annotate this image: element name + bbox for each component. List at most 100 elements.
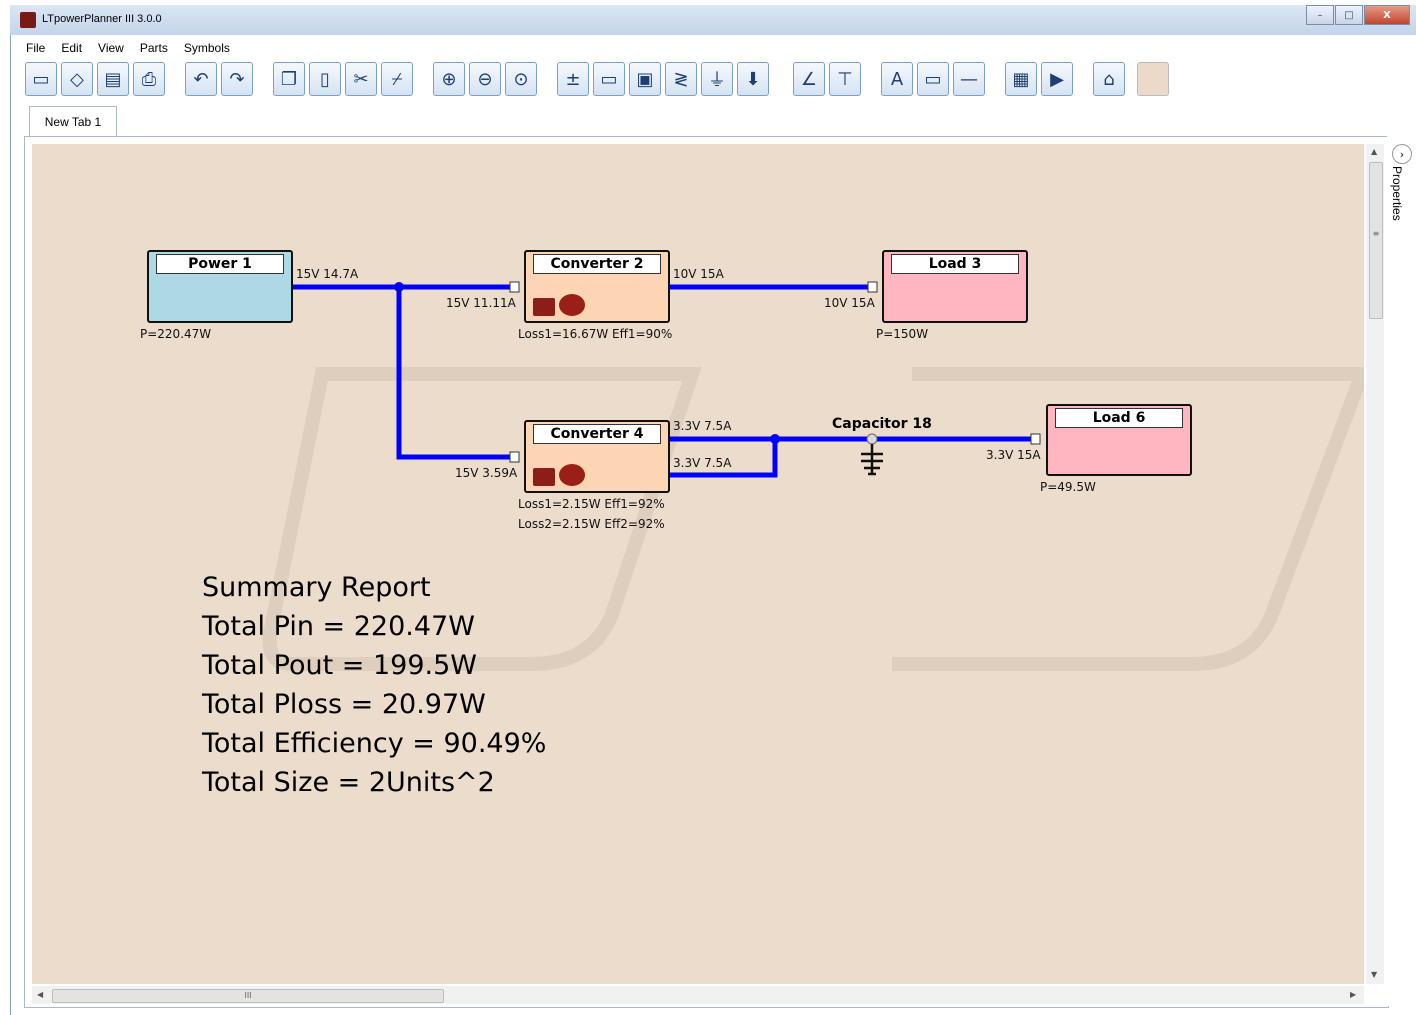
load-6-name: Load 6 [1055,408,1183,428]
ldo-icon[interactable]: ▣ [629,62,661,96]
port-load6-in [1030,433,1041,445]
redo-icon[interactable]: ↷ [221,62,253,96]
scroll-right-icon[interactable]: ▶ [1350,990,1356,999]
horizontal-scroll-thumb[interactable]: III [52,989,444,1003]
print-icon[interactable]: ⎙ [133,62,165,96]
connector-icon[interactable]: ⊤ [829,62,861,96]
zoom-out-icon[interactable]: ⊖ [469,62,501,96]
menu-edit[interactable]: Edit [61,37,82,59]
load-6-power: P=49.5W [1040,480,1096,494]
converter-4-loss1: Loss1=2.15W Eff1=92% [518,497,665,511]
vertical-scrollbar[interactable]: ▲ ≡ ▼ [1366,144,1384,984]
lt-logo-icon[interactable]: ⌂ [1093,62,1125,96]
converter-4-block[interactable]: Converter 4 [524,420,670,493]
lt-logo-icon [533,298,555,316]
hline-icon[interactable]: — [953,62,985,96]
run-icon[interactable]: ▶ [1041,62,1073,96]
new-icon[interactable]: ▭ [25,62,57,96]
load-6-in-label: 3.3V 15A [986,448,1041,462]
summary-total-efficiency: Total Efficiency = 90.49% [202,728,547,759]
properties-panel[interactable]: › Properties [1387,136,1416,1006]
converter-4-out1-label: 3.3V 7.5A [673,419,732,433]
load-6-block[interactable]: Load 6 [1046,404,1192,476]
color-swatch[interactable] [1137,62,1169,96]
waveform-icon [559,464,585,486]
horizontal-thumb-grip: III [244,991,252,1000]
load-3-block[interactable]: Load 3 [882,250,1028,323]
summary-total-size: Total Size = 2Units^2 [202,767,495,798]
converter-4-in-label: 15V 3.59A [455,466,518,480]
window-controls: – □ X [1305,5,1410,25]
converter-4-out2-label: 3.3V 7.5A [673,456,732,470]
toolbar: ▭ ◇ ▤ ⎙ ↶ ↷ ❐ ▯ ✂ ⌿ ⊕ ⊖ ⊙ ± ▭ ▣ ≷ ⏚ ⬇ ∠ ⊤ A ▭ — ▦ ▶ ⌂ [25,62,1405,100]
capacitor-18-symbol[interactable] [861,444,883,476]
load-3-name: Load 3 [891,254,1019,274]
converter-2-in-label: 15V 11.11A [446,296,516,310]
load-3-in-label: 10V 15A [824,296,875,310]
menu-view[interactable]: View [98,37,124,59]
title-bar: LTpowerPlanner III 3.0.0 – □ X [10,5,1416,36]
vertical-scroll-thumb[interactable]: ≡ [1369,162,1383,319]
maximize-button[interactable]: □ [1335,5,1363,25]
load-3-power: P=150W [876,327,929,341]
main-window: File Edit View Parts Symbols ▭ ◇ ▤ ⎙ ↶ ↷ ❐ ▯ ✂ ⌿ ⊕… [10,35,1416,1015]
converter-2-out-label: 10V 15A [673,267,724,281]
summary-title: Summary Report [202,572,431,603]
menu-symbols[interactable]: Symbols [184,37,230,59]
undo-icon[interactable]: ↶ [185,62,217,96]
converter-4-loss2: Loss2=2.15W Eff2=92% [518,517,665,531]
port-converter2-in [509,281,520,293]
properties-expand-icon[interactable]: › [1392,144,1412,164]
power-1-name: Power 1 [156,254,284,274]
junction-dot [394,282,404,292]
summary-report: Summary Report Total Pin = 220.47W Total… [202,568,546,802]
port-load3-in [867,281,878,293]
properties-label[interactable]: Properties [1390,166,1404,221]
converter-icon[interactable]: ▭ [593,62,625,96]
cut-icon[interactable]: ✂ [345,62,377,96]
waveform-icon [559,294,585,316]
paste-icon[interactable]: ▯ [309,62,341,96]
text-icon[interactable]: A [881,62,913,96]
scroll-left-icon[interactable]: ◀ [37,990,43,999]
window-title: LTpowerPlanner III 3.0.0 [42,13,162,25]
capacitor-icon[interactable]: ⏚ [701,62,733,96]
summary-total-pin: Total Pin = 220.47W [202,611,475,642]
converter-2-block[interactable]: Converter 2 [524,250,670,323]
junction-dot [770,434,780,444]
vertical-thumb-grip: ≡ [1372,229,1380,238]
rectangle-icon[interactable]: ▭ [917,62,949,96]
copy-icon[interactable]: ❐ [273,62,305,96]
close-button[interactable]: X [1364,5,1410,25]
scroll-up-icon[interactable]: ▲ [1371,147,1377,156]
broom-icon[interactable]: ⌿ [381,62,413,96]
resistor-icon[interactable]: ≷ [665,62,697,96]
lt-logo-icon [533,468,555,486]
minimize-button[interactable]: – [1306,5,1334,25]
capacitor-18-name: Capacitor 18 [832,416,932,432]
save-icon[interactable]: ▤ [97,62,129,96]
tab-new-tab-1[interactable]: New Tab 1 [29,106,117,136]
calculator-icon[interactable]: ▦ [1005,62,1037,96]
power-1-block[interactable]: Power 1 [147,250,293,323]
converter-2-name: Converter 2 [533,254,661,274]
zoom-in-icon[interactable]: ⊕ [433,62,465,96]
line-icon[interactable]: ∠ [793,62,825,96]
power-1-out-label: 15V 14.7A [296,267,359,281]
power-source-icon[interactable]: ± [557,62,589,96]
converter-4-name: Converter 4 [533,424,661,444]
zoom-fit-icon[interactable]: ⊙ [505,62,537,96]
scroll-down-icon[interactable]: ▼ [1371,970,1377,979]
menu-bar: File Edit View Parts Symbols [26,37,246,59]
load-icon[interactable]: ⬇ [737,62,769,96]
capacitor-node [866,433,878,445]
power-1-power: P=220.47W [140,327,212,341]
horizontal-scrollbar[interactable]: ◀ III ▶ [32,986,1364,1004]
menu-file[interactable]: File [26,37,45,59]
port-converter4-in [509,451,520,463]
menu-parts[interactable]: Parts [140,37,168,59]
schematic-canvas[interactable]: Power 1 15V 14.7A P=220.47W Converter 2 … [32,144,1364,984]
app-icon [20,12,36,28]
converter-2-loss: Loss1=16.67W Eff1=90% [518,327,673,341]
open-icon[interactable]: ◇ [61,62,93,96]
